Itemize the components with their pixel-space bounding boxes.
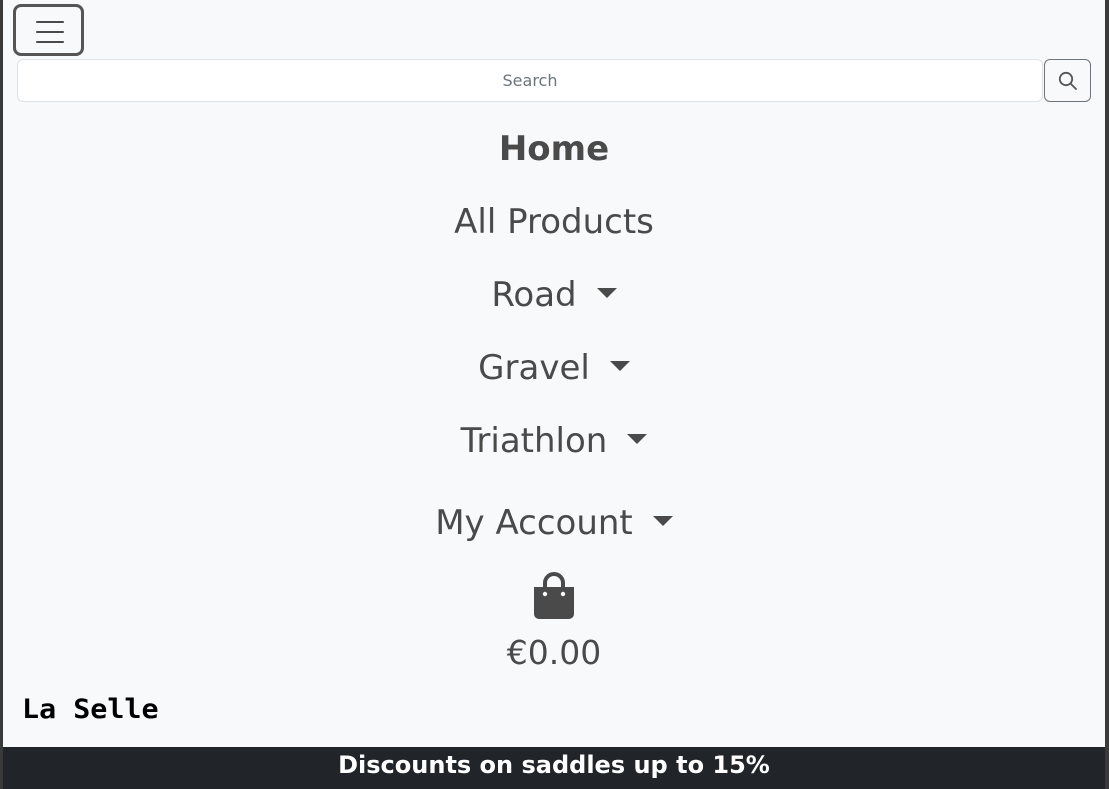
nav-dropdown-triathlon[interactable]: Triathlon [3,424,1105,458]
promo-banner-text: Discounts on saddles up to 15% [338,751,770,779]
hamburger-menu-icon-line [36,31,64,33]
shopping-bag-icon [534,572,574,619]
nav-link-home-label: Home [498,129,610,169]
nav-dropdown-road[interactable]: Road [3,278,1105,312]
nav-dropdown-my-account[interactable]: My Account [3,506,1105,540]
nav-dropdown-gravel-label: Gravel [478,348,590,388]
nav-dropdown-triathlon-label: Triathlon [460,421,608,461]
nav-dropdown-road-label: Road [491,275,577,315]
shopping-bag-link[interactable]: €0.00 [3,570,1105,669]
brand-logo[interactable]: La Selle [22,694,159,725]
bag-total: €0.00 [506,633,602,672]
nav-link-all-products-label: All Products [454,202,654,242]
search-input[interactable] [17,59,1043,102]
nav-link-home[interactable]: Home [3,132,1105,166]
menu-toggle-button[interactable] [13,4,84,56]
caret-down-icon [596,287,617,298]
hamburger-menu-icon-line [36,41,64,43]
caret-down-icon [627,433,648,444]
nav-dropdown-gravel[interactable]: Gravel [3,351,1105,385]
promo-banner: Discounts on saddles up to 15% [3,747,1105,789]
mobile-nav-panel: Home All Products Road Gravel Triathlon … [3,0,1105,789]
hamburger-menu-icon-line [36,21,64,23]
search-icon [1058,71,1077,90]
caret-down-icon [609,360,630,371]
nav-link-all-products[interactable]: All Products [3,205,1105,239]
search-button[interactable] [1044,59,1091,102]
caret-down-icon [652,515,673,526]
nav-dropdown-my-account-label: My Account [435,503,633,543]
